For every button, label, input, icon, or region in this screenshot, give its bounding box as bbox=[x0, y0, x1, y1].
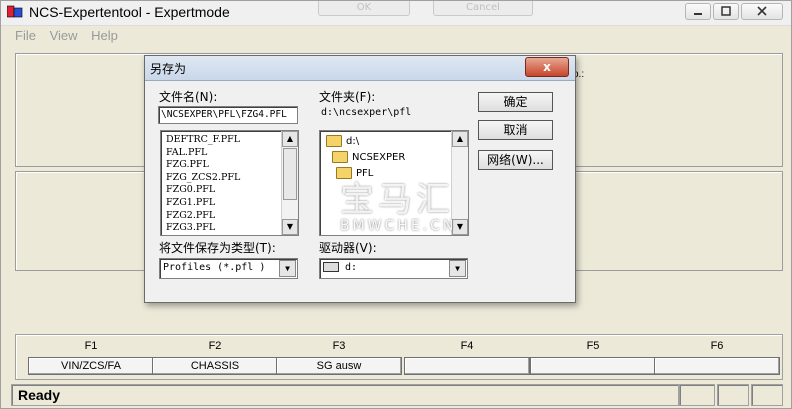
cancel-button[interactable]: 取消 bbox=[478, 120, 553, 140]
fkey-f1-label: F1 bbox=[84, 340, 98, 352]
filename-label: 文件名(N): bbox=[159, 90, 218, 104]
open-folder-icon bbox=[332, 151, 348, 163]
fkey-f6: F6 bbox=[654, 340, 780, 375]
dialog-title-bar: 另存为 x bbox=[145, 56, 575, 81]
menu-view[interactable]: View bbox=[50, 28, 78, 43]
app-icon bbox=[7, 5, 23, 18]
drive-icon bbox=[323, 262, 339, 272]
menu-file[interactable]: File bbox=[15, 28, 36, 43]
status-cell-3 bbox=[751, 384, 783, 406]
fkey-f4: F4 bbox=[404, 340, 530, 375]
fkey-f3: F3 SG ausw bbox=[276, 340, 402, 375]
folder-label: 文件夹(F): bbox=[319, 90, 376, 104]
open-folder-icon bbox=[326, 135, 342, 147]
status-text: Ready bbox=[11, 384, 679, 406]
close-icon: x bbox=[543, 60, 551, 74]
fkey-f5-label: F5 bbox=[586, 340, 600, 352]
vin-zcs-fa-button[interactable]: VIN/ZCS/FA bbox=[28, 357, 154, 375]
watermark-logo: 宝马汇 bbox=[340, 180, 454, 220]
status-cell-2 bbox=[717, 384, 749, 406]
minimize-button[interactable] bbox=[685, 3, 711, 20]
ghost-cancel-button: Cancel bbox=[433, 1, 533, 16]
ghost-ok-button: OK bbox=[318, 1, 410, 16]
scroll-up-icon[interactable]: ▲ bbox=[452, 131, 468, 147]
f5-button[interactable] bbox=[530, 357, 656, 375]
window-title: NCS-Expertentool - Expertmode bbox=[29, 4, 230, 20]
file-list-scrollbar[interactable]: ▲ ▼ bbox=[281, 131, 298, 235]
file-list-item[interactable]: DEFTRC_F.PFL bbox=[161, 134, 298, 147]
fkey-f5: F5 bbox=[530, 340, 656, 375]
menu-help[interactable]: Help bbox=[91, 28, 118, 43]
chevron-down-icon[interactable]: ▼ bbox=[449, 260, 466, 277]
f6-button[interactable] bbox=[654, 357, 780, 375]
drive-value: d: bbox=[345, 262, 358, 273]
file-list-item[interactable]: FZG2.PFL bbox=[161, 210, 298, 223]
fkey-f2-label: F2 bbox=[208, 340, 222, 352]
folder-name: d:\ bbox=[346, 136, 360, 147]
file-list-item[interactable]: FZG3.PFL bbox=[161, 222, 298, 235]
folder-name: NCSEXPER bbox=[352, 152, 406, 163]
watermark-url: BMWCHE.CN bbox=[340, 218, 457, 234]
folder-item-root[interactable]: d:\ bbox=[326, 134, 359, 150]
chevron-down-icon[interactable]: ▼ bbox=[279, 260, 296, 277]
minimize-icon bbox=[694, 13, 702, 15]
title-bar: NCS-Expertentool - Expertmode OK Cancel bbox=[1, 1, 791, 26]
ok-button[interactable]: 确定 bbox=[478, 92, 553, 112]
menu-bar: File View Help bbox=[15, 28, 128, 43]
status-bar: Ready bbox=[11, 384, 783, 406]
file-list[interactable]: DEFTRC_F.PFL FAL.PFL FZG.PFL FZG_ZCS2.PF… bbox=[160, 130, 299, 236]
network-button[interactable]: 网络(W)... bbox=[478, 150, 553, 170]
function-key-bar: F1 VIN/ZCS/FA F2 CHASSIS F3 SG ausw F4 F… bbox=[15, 334, 783, 380]
file-list-item[interactable]: FZG1.PFL bbox=[161, 197, 298, 210]
dialog-title: 另存为 bbox=[150, 62, 187, 76]
file-list-item[interactable]: FZG0.PFL bbox=[161, 184, 298, 197]
f4-button[interactable] bbox=[404, 357, 530, 375]
folder-item-ncsexper[interactable]: NCSEXPER bbox=[332, 150, 405, 166]
chassis-button[interactable]: CHASSIS bbox=[152, 357, 278, 375]
dialog-close-button[interactable]: x bbox=[525, 57, 569, 77]
fkey-f1: F1 VIN/ZCS/FA bbox=[28, 340, 154, 375]
filetype-select[interactable]: Profiles (*.pfl ) ▼ bbox=[159, 258, 298, 279]
sg-ausw-button[interactable]: SG ausw bbox=[276, 357, 402, 375]
folder-path: d:\ncsexper\pfl bbox=[321, 107, 412, 118]
status-cell-1 bbox=[679, 384, 715, 406]
scroll-down-icon[interactable]: ▼ bbox=[282, 219, 298, 235]
drive-select[interactable]: d: ▼ bbox=[319, 258, 468, 279]
filetype-label: 将文件保存为类型(T): bbox=[159, 241, 276, 255]
drive-label: 驱动器(V): bbox=[319, 241, 377, 255]
close-icon bbox=[757, 6, 767, 16]
filetype-value: Profiles (*.pfl ) bbox=[163, 262, 266, 273]
file-list-item[interactable]: FZG_ZCS2.PFL bbox=[161, 172, 298, 185]
maximize-button[interactable] bbox=[713, 3, 739, 20]
fkey-f2: F2 CHASSIS bbox=[152, 340, 278, 375]
file-list-item[interactable]: FAL.PFL bbox=[161, 147, 298, 160]
fkey-f3-label: F3 bbox=[332, 340, 346, 352]
file-list-item[interactable]: FZG.PFL bbox=[161, 159, 298, 172]
filename-input[interactable]: \NCSEXPER\PFL\FZG4.PFL bbox=[158, 106, 298, 124]
fkey-f4-label: F4 bbox=[460, 340, 474, 352]
fkey-f6-label: F6 bbox=[710, 340, 724, 352]
maximize-icon bbox=[721, 6, 731, 16]
scroll-thumb[interactable] bbox=[283, 148, 297, 200]
close-button[interactable] bbox=[741, 3, 783, 20]
scroll-up-icon[interactable]: ▲ bbox=[282, 131, 298, 147]
